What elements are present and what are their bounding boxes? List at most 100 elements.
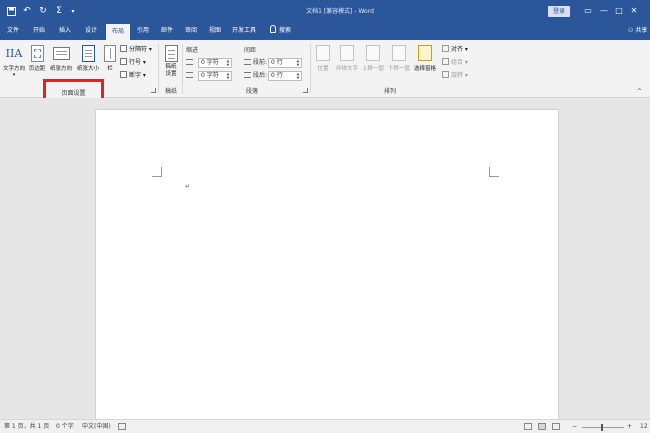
- group-button[interactable]: 组合 ▾: [442, 58, 468, 68]
- group-divider: [158, 44, 159, 94]
- spacing-before-input[interactable]: 0 行 ▲ ▼: [268, 58, 302, 68]
- tab-review[interactable]: 审阅: [180, 22, 202, 40]
- zoom-out-icon[interactable]: −: [572, 422, 577, 432]
- text-direction-icon: IIA: [5, 47, 23, 60]
- sigma-icon[interactable]: Σ: [52, 4, 66, 18]
- selection-pane-label: 选择窗格: [413, 66, 436, 72]
- zoom-slider-track[interactable]: [582, 427, 624, 428]
- rotate-button[interactable]: 旋转 ▾: [442, 71, 468, 81]
- signin-button[interactable]: 登录: [548, 6, 570, 17]
- spacing-after-icon: [244, 72, 251, 78]
- language-indicator[interactable]: 中文(中国): [82, 422, 111, 432]
- tab-design[interactable]: 设计: [80, 22, 102, 40]
- selection-pane-icon: [418, 45, 432, 61]
- person-icon: ⚇: [628, 27, 634, 34]
- tab-layout[interactable]: 布局: [106, 24, 130, 40]
- tell-me-search[interactable]: 搜索: [270, 22, 291, 40]
- orientation-button[interactable]: 纸张方向: [48, 45, 74, 72]
- tab-view[interactable]: 视图: [204, 22, 226, 40]
- wrap-text-label: 环绕文字: [335, 66, 358, 72]
- draft-settings-button[interactable]: 稿纸设置: [161, 45, 181, 78]
- tab-developer[interactable]: 开发工具: [228, 22, 260, 40]
- tab-file[interactable]: 文件: [2, 22, 24, 40]
- maximize-button[interactable]: □: [613, 6, 625, 16]
- bring-forward-button[interactable]: 上移一层: [360, 45, 386, 72]
- macro-record-icon[interactable]: [118, 423, 126, 430]
- collapse-ribbon-icon[interactable]: ^: [637, 88, 642, 95]
- tell-me-label: 搜索: [279, 27, 292, 34]
- tab-references[interactable]: 引用: [132, 22, 154, 40]
- close-button[interactable]: ✕: [628, 6, 640, 16]
- group-divider: [310, 44, 311, 94]
- page-setup-launcher-icon[interactable]: [151, 88, 156, 93]
- align-button[interactable]: 对齐 ▾: [442, 45, 468, 55]
- margins-icon: [30, 45, 44, 62]
- line-numbers-button[interactable]: 行号 ▾: [120, 58, 146, 68]
- selection-pane-button[interactable]: 选择窗格: [411, 45, 439, 72]
- indent-right-label: [186, 71, 195, 81]
- tab-mailings[interactable]: 邮件: [156, 22, 178, 40]
- zoom-slider-thumb[interactable]: [601, 424, 603, 431]
- zoom-in-icon[interactable]: +: [627, 422, 632, 432]
- web-layout-icon[interactable]: [552, 423, 560, 430]
- spacing-before-icon: [244, 59, 251, 65]
- redo-icon[interactable]: ↻: [36, 4, 50, 18]
- columns-button[interactable]: 栏: [103, 45, 117, 72]
- send-backward-button[interactable]: 下移一层: [386, 45, 412, 72]
- read-mode-icon[interactable]: [524, 423, 532, 430]
- bring-forward-icon: [366, 45, 380, 61]
- text-direction-button[interactable]: IIA 文字方向 ▾: [2, 45, 26, 78]
- lightbulb-icon: [270, 25, 276, 33]
- arrange-group-label: 排列: [383, 88, 396, 95]
- align-label: 对齐: [451, 46, 464, 53]
- spinner-arrows-icon[interactable]: ▲ ▼: [226, 72, 230, 80]
- ribbon-display-icon[interactable]: ▭: [582, 6, 594, 16]
- draft-paper-icon: [164, 45, 178, 62]
- spinner-arrows-icon[interactable]: ▲ ▼: [296, 59, 300, 67]
- word-count[interactable]: 0 个字: [56, 422, 74, 432]
- draft-settings-label: 稿纸设置: [165, 64, 177, 77]
- indent-left-icon: [186, 59, 193, 65]
- indent-left-input[interactable]: 0 字符 ▲ ▼: [198, 58, 232, 68]
- rotate-label: 旋转: [451, 72, 464, 79]
- spacing-header: 间距: [244, 47, 257, 54]
- document-page[interactable]: [96, 110, 558, 419]
- page-count[interactable]: 第 1 页，共 1 页: [4, 422, 49, 432]
- send-backward-label: 下移一层: [387, 66, 410, 72]
- bring-forward-label: 上移一层: [361, 66, 384, 72]
- position-button[interactable]: 位置: [314, 45, 332, 72]
- customize-icon[interactable]: ▾: [66, 4, 80, 18]
- wrap-text-icon: [340, 45, 354, 61]
- wrap-text-button[interactable]: 环绕文字: [334, 45, 360, 72]
- undo-icon[interactable]: ↶: [20, 4, 34, 18]
- tab-home[interactable]: 开始: [28, 22, 50, 40]
- spacing-after-text: 段后:: [253, 72, 268, 79]
- spinner-arrows-icon[interactable]: ▲ ▼: [296, 72, 300, 80]
- title-bar: ↶ ↻ Σ ▾ 文档1 [兼容模式] - Word 登录 ▭ — □ ✕: [0, 0, 650, 22]
- minimize-button[interactable]: —: [598, 6, 610, 16]
- group-label: 组合: [451, 59, 464, 66]
- orientation-icon: [52, 47, 70, 60]
- share-button[interactable]: ⚇ 共享: [628, 22, 647, 40]
- status-bar: 第 1 页，共 1 页 0 个字 中文(中国) − + 12: [0, 419, 650, 433]
- paragraph-group-label: 段落: [245, 88, 258, 95]
- spacing-before-text: 段前:: [253, 59, 268, 66]
- save-icon[interactable]: [4, 4, 18, 18]
- zoom-level[interactable]: 12: [640, 422, 648, 432]
- spinner-arrows-icon[interactable]: ▲ ▼: [226, 59, 230, 67]
- print-layout-icon[interactable]: [538, 423, 546, 430]
- paragraph-launcher-icon[interactable]: [303, 88, 308, 93]
- paper-size-icon: [81, 45, 95, 62]
- indent-left-value: 0 字符: [201, 59, 219, 66]
- margin-corner-mark: [152, 167, 162, 177]
- breaks-button[interactable]: 分隔符 ▾: [120, 45, 152, 55]
- hyphenation-button[interactable]: 断字 ▾: [120, 71, 146, 81]
- indent-right-icon: [186, 72, 193, 78]
- line-numbers-label: 行号: [129, 59, 142, 66]
- margins-button[interactable]: 页边距: [27, 45, 47, 72]
- size-button[interactable]: 纸张大小: [75, 45, 101, 72]
- indent-left-label: [186, 58, 195, 68]
- indent-right-input[interactable]: 0 字符 ▲ ▼: [198, 71, 232, 81]
- spacing-after-input[interactable]: 0 行 ▲ ▼: [268, 71, 302, 81]
- tab-insert[interactable]: 插入: [54, 22, 76, 40]
